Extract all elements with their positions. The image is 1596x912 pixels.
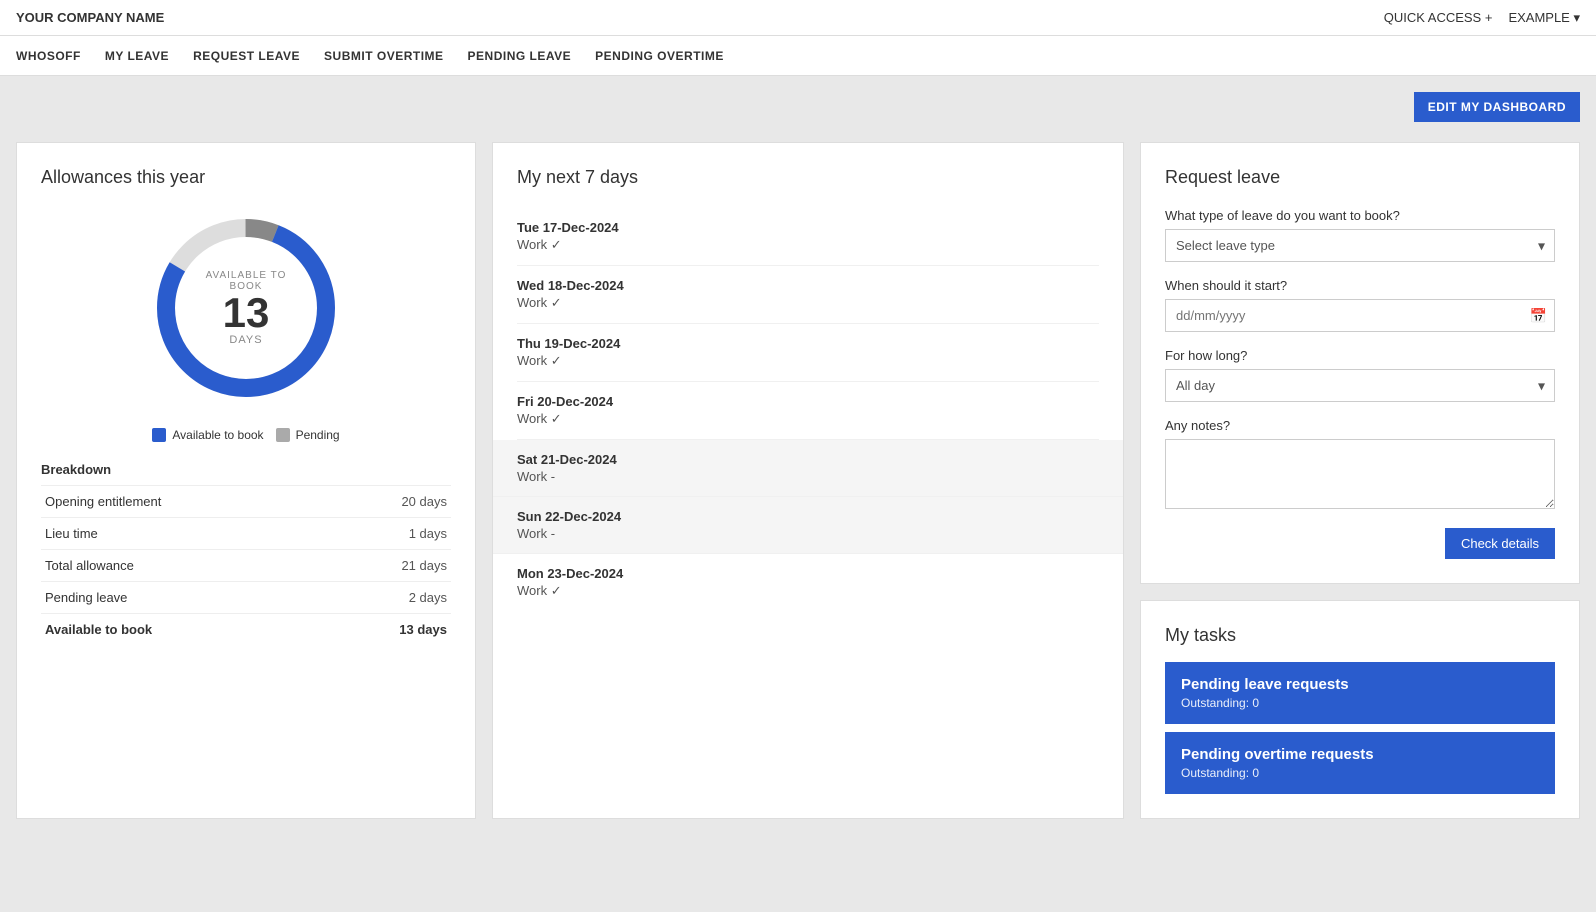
donut-container: AVAILABLE TO BOOK 13 DAYS <box>41 208 451 408</box>
breakdown-label: Pending leave <box>41 582 324 614</box>
notes-label: Any notes? <box>1165 418 1555 433</box>
day-name: Tue 17-Dec-2024 <box>517 220 1099 235</box>
legend-pending: Pending <box>276 428 340 442</box>
breakdown-value: 2 days <box>324 582 451 614</box>
legend-pending-dot <box>276 428 290 442</box>
page-content: EDIT MY DASHBOARD Allowances this year <box>0 76 1596 835</box>
task-subtitle: Outstanding: 0 <box>1181 766 1539 780</box>
day-name: Sat 21-Dec-2024 <box>517 452 1099 467</box>
duration-group: For how long? All day <box>1165 348 1555 402</box>
top-bar: YOUR COMPANY NAME QUICK ACCESS + EXAMPLE… <box>0 0 1596 36</box>
day-name: Thu 19-Dec-2024 <box>517 336 1099 351</box>
request-leave-card: Request leave What type of leave do you … <box>1140 142 1580 584</box>
check-details-button[interactable]: Check details <box>1445 528 1555 559</box>
day-status: Work ✓ <box>517 295 1099 311</box>
notes-group: Any notes? <box>1165 418 1555 512</box>
breakdown-label: Total allowance <box>41 550 324 582</box>
breakdown-value: 21 days <box>324 550 451 582</box>
day-item: Sat 21-Dec-2024 Work - <box>493 440 1123 497</box>
example-dropdown[interactable]: EXAMPLE ▾ <box>1508 10 1580 26</box>
day-status: Work ✓ <box>517 583 1099 599</box>
breakdown-value: 13 days <box>324 614 451 646</box>
day-item: Fri 20-Dec-2024 Work ✓ <box>517 382 1099 440</box>
day-item: Thu 19-Dec-2024 Work ✓ <box>517 324 1099 382</box>
tasks-list: Pending leave requests Outstanding: 0 Pe… <box>1165 662 1555 794</box>
next7days-title: My next 7 days <box>517 167 1099 188</box>
task-item[interactable]: Pending leave requests Outstanding: 0 <box>1165 662 1555 724</box>
nav-pending-overtime[interactable]: PENDING OVERTIME <box>595 45 724 67</box>
start-date-group: When should it start? <box>1165 278 1555 332</box>
allowances-title: Allowances this year <box>41 167 451 188</box>
breakdown-label: Opening entitlement <box>41 486 324 518</box>
edit-dashboard-button[interactable]: EDIT MY DASHBOARD <box>1414 92 1580 122</box>
legend-available: Available to book <box>152 428 263 442</box>
notes-textarea[interactable] <box>1165 439 1555 509</box>
duration-select-wrapper: All day <box>1165 369 1555 402</box>
task-title: Pending overtime requests <box>1181 746 1539 763</box>
quick-access-btn[interactable]: QUICK ACCESS + <box>1384 10 1493 25</box>
task-title: Pending leave requests <box>1181 676 1539 693</box>
legend-available-dot <box>152 428 166 442</box>
day-item: Wed 18-Dec-2024 Work ✓ <box>517 266 1099 324</box>
my-tasks-card: My tasks Pending leave requests Outstand… <box>1140 600 1580 819</box>
day-name: Sun 22-Dec-2024 <box>517 509 1099 524</box>
breakdown-row: Total allowance 21 days <box>41 550 451 582</box>
day-status: Work - <box>517 469 1099 484</box>
breakdown-value: 1 days <box>324 518 451 550</box>
duration-label: For how long? <box>1165 348 1555 363</box>
legend-available-label: Available to book <box>172 428 263 442</box>
day-item: Mon 23-Dec-2024 Work ✓ <box>517 554 1099 611</box>
day-name: Wed 18-Dec-2024 <box>517 278 1099 293</box>
day-status: Work ✓ <box>517 411 1099 427</box>
day-name: Fri 20-Dec-2024 <box>517 394 1099 409</box>
leave-type-select[interactable]: Select leave type <box>1165 229 1555 262</box>
days-list: Tue 17-Dec-2024 Work ✓ Wed 18-Dec-2024 W… <box>517 208 1099 611</box>
task-item[interactable]: Pending overtime requests Outstanding: 0 <box>1165 732 1555 794</box>
breakdown-row: Pending leave 2 days <box>41 582 451 614</box>
donut-center: AVAILABLE TO BOOK 13 DAYS <box>196 270 296 346</box>
my-tasks-title: My tasks <box>1165 625 1555 646</box>
breakdown-row: Opening entitlement 20 days <box>41 486 451 518</box>
donut-number: 13 <box>196 292 296 334</box>
allowances-card: Allowances this year AVAILABLE TO BOOK 1… <box>16 142 476 819</box>
nav-pending-leave[interactable]: PENDING LEAVE <box>468 45 572 67</box>
next7days-card: My next 7 days Tue 17-Dec-2024 Work ✓ We… <box>492 142 1124 819</box>
leave-type-select-wrapper: Select leave type <box>1165 229 1555 262</box>
breakdown-label: Available to book <box>41 614 324 646</box>
nav-my-leave[interactable]: MY LEAVE <box>105 45 169 67</box>
breakdown-table: Opening entitlement 20 days Lieu time 1 … <box>41 485 451 645</box>
breakdown-value: 20 days <box>324 486 451 518</box>
breakdown-row: Lieu time 1 days <box>41 518 451 550</box>
right-panel: Request leave What type of leave do you … <box>1140 142 1580 819</box>
nav-bar: WHOSOFF MY LEAVE REQUEST LEAVE SUBMIT OV… <box>0 36 1596 76</box>
day-name: Mon 23-Dec-2024 <box>517 566 1099 581</box>
donut-unit: DAYS <box>196 334 296 346</box>
day-item: Sun 22-Dec-2024 Work - <box>493 497 1123 554</box>
start-date-label: When should it start? <box>1165 278 1555 293</box>
day-status: Work ✓ <box>517 237 1099 253</box>
top-right: QUICK ACCESS + EXAMPLE ▾ <box>1384 10 1580 26</box>
dashboard-grid: Allowances this year AVAILABLE TO BOOK 1… <box>16 142 1580 819</box>
day-status: Work ✓ <box>517 353 1099 369</box>
legend-pending-label: Pending <box>296 428 340 442</box>
start-date-input[interactable] <box>1165 299 1555 332</box>
leave-type-group: What type of leave do you want to book? … <box>1165 208 1555 262</box>
nav-request-leave[interactable]: REQUEST LEAVE <box>193 45 300 67</box>
nav-whosoff[interactable]: WHOSOFF <box>16 45 81 67</box>
duration-select[interactable]: All day <box>1165 369 1555 402</box>
request-leave-title: Request leave <box>1165 167 1555 188</box>
nav-submit-overtime[interactable]: SUBMIT OVERTIME <box>324 45 444 67</box>
day-status: Work - <box>517 526 1099 541</box>
start-date-wrapper <box>1165 299 1555 332</box>
breakdown-label: Lieu time <box>41 518 324 550</box>
breakdown-title: Breakdown <box>41 462 451 477</box>
donut-legend: Available to book Pending <box>41 428 451 442</box>
company-name: YOUR COMPANY NAME <box>16 10 164 25</box>
breakdown-row: Available to book 13 days <box>41 614 451 646</box>
leave-type-label: What type of leave do you want to book? <box>1165 208 1555 223</box>
task-subtitle: Outstanding: 0 <box>1181 696 1539 710</box>
day-item: Tue 17-Dec-2024 Work ✓ <box>517 208 1099 266</box>
